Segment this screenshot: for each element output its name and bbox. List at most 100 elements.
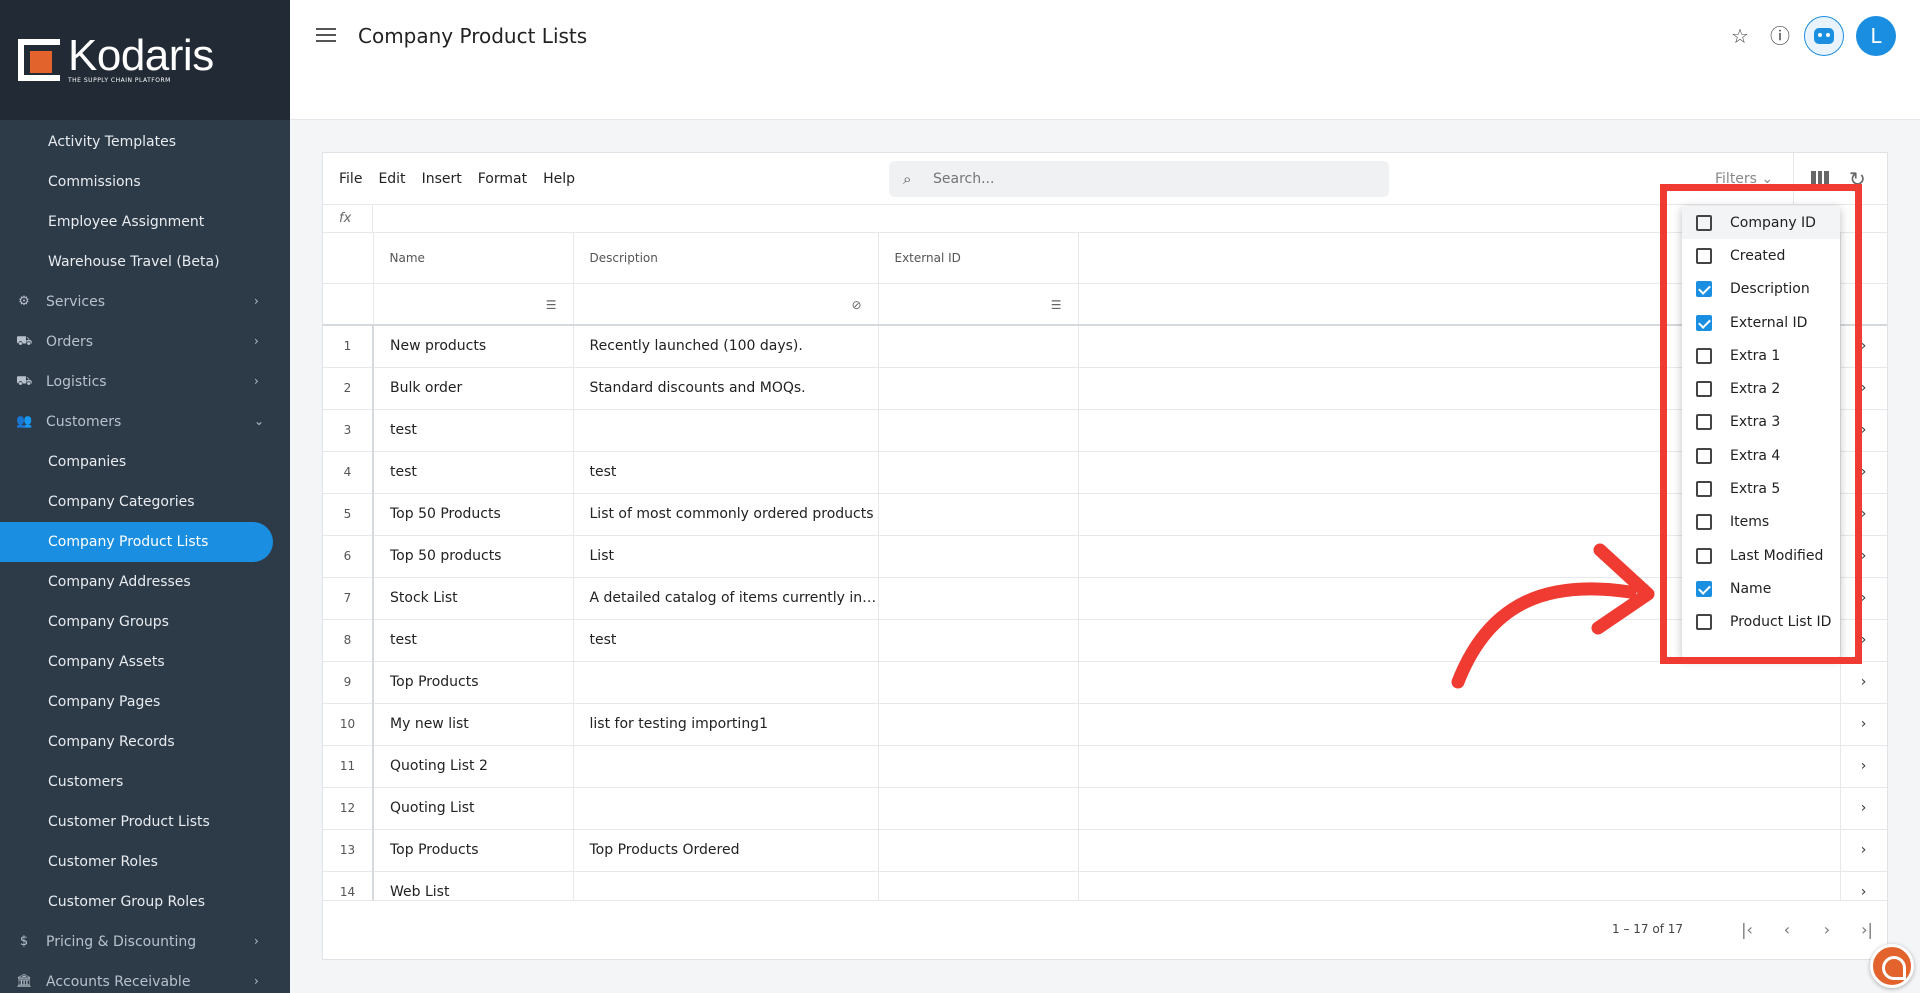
row-open-chevron-icon[interactable]: › bbox=[1840, 703, 1887, 746]
filter-cell-external-id[interactable]: ☰ bbox=[878, 283, 1079, 326]
cell-name[interactable]: Top Products bbox=[373, 661, 574, 704]
cell-external-id[interactable] bbox=[878, 451, 1079, 494]
sidebar-item-company-groups[interactable]: Company Groups bbox=[0, 602, 290, 642]
cell-description[interactable] bbox=[573, 745, 879, 788]
cell-name[interactable]: Top 50 products bbox=[373, 535, 574, 578]
sidebar-item-customer-product-lists[interactable]: Customer Product Lists bbox=[0, 802, 290, 842]
cell-external-id[interactable] bbox=[878, 661, 1079, 704]
next-page-icon[interactable]: › bbox=[1807, 920, 1847, 939]
cell-external-id[interactable] bbox=[878, 871, 1079, 900]
sidebar-item-employee-assignment[interactable]: Employee Assignment bbox=[0, 202, 290, 242]
sidebar-item-orders[interactable]: ⛟ Orders › bbox=[0, 322, 290, 362]
cell-external-id[interactable] bbox=[878, 745, 1079, 788]
column-header-external-id[interactable]: External ID bbox=[878, 233, 1079, 284]
sidebar-item-customer-group-roles[interactable]: Customer Group Roles bbox=[0, 882, 290, 922]
cell-external-id[interactable] bbox=[878, 619, 1079, 662]
cell-name[interactable]: test bbox=[373, 619, 574, 662]
cell-name[interactable]: test bbox=[373, 451, 574, 494]
cell-name[interactable]: Web List bbox=[373, 871, 574, 900]
sidebar-item-customers[interactable]: Customers bbox=[0, 762, 290, 802]
table-row[interactable]: 5 Top 50 Products List of most commonly or… bbox=[323, 493, 1887, 536]
table-row[interactable]: 1 New products Recently launched (100 days… bbox=[323, 325, 1887, 368]
sidebar-item-warehouse-travel-beta[interactable]: Warehouse Travel (Beta) bbox=[0, 242, 290, 282]
sidebar-item-company-addresses[interactable]: Company Addresses bbox=[0, 562, 290, 602]
cell-description[interactable]: A detailed catalog of items currently in… bbox=[573, 577, 879, 620]
cell-description[interactable] bbox=[573, 787, 879, 830]
row-open-chevron-icon[interactable]: › bbox=[1840, 745, 1887, 788]
cell-name[interactable]: My new list bbox=[373, 703, 574, 746]
sidebar-item-companies[interactable]: Companies bbox=[0, 442, 290, 482]
cell-name[interactable]: test bbox=[373, 409, 574, 452]
sidebar-item-company-assets[interactable]: Company Assets bbox=[0, 642, 290, 682]
cell-external-id[interactable] bbox=[878, 409, 1079, 452]
cell-description[interactable]: List of most commonly ordered products bbox=[573, 493, 879, 536]
cell-name[interactable]: Top 50 Products bbox=[373, 493, 574, 536]
row-open-chevron-icon[interactable]: › bbox=[1840, 871, 1887, 900]
sidebar-item-accounts-receivable[interactable]: 🏛 Accounts Receivable › bbox=[0, 962, 290, 993]
sidebar-item-company-pages[interactable]: Company Pages bbox=[0, 682, 290, 722]
column-header-name[interactable]: Name bbox=[373, 233, 574, 284]
last-page-icon[interactable]: ›| bbox=[1847, 920, 1887, 939]
user-avatar[interactable]: L bbox=[1856, 16, 1896, 56]
filter-cell-description[interactable]: ⊘ bbox=[573, 283, 879, 326]
logo[interactable]: Kodaris THE SUPPLY CHAIN PLATFORM bbox=[0, 0, 290, 120]
menu-edit[interactable]: Edit bbox=[378, 171, 405, 187]
cell-description[interactable] bbox=[573, 409, 879, 452]
search-input[interactable] bbox=[933, 171, 1373, 187]
table-row[interactable]: 12 Quoting List › bbox=[323, 787, 1887, 830]
chat-bubble-icon[interactable] bbox=[1870, 944, 1914, 988]
row-open-chevron-icon[interactable]: › bbox=[1840, 661, 1887, 704]
help-icon[interactable]: ⓘ bbox=[1768, 24, 1792, 48]
cell-external-id[interactable] bbox=[878, 493, 1079, 536]
filter-icon[interactable]: ☰ bbox=[1051, 298, 1062, 312]
cell-description[interactable] bbox=[573, 871, 879, 900]
cell-description[interactable]: Recently launched (100 days). bbox=[573, 325, 879, 368]
filter-off-icon[interactable]: ⊘ bbox=[851, 298, 861, 312]
formula-bar[interactable]: fx bbox=[323, 204, 1887, 233]
hamburger-menu-icon[interactable] bbox=[316, 28, 336, 44]
table-row[interactable]: 2 Bulk order Standard discounts and MOQs. › bbox=[323, 367, 1887, 410]
cell-name[interactable]: Stock List bbox=[373, 577, 574, 620]
cell-external-id[interactable] bbox=[878, 367, 1079, 410]
table-row[interactable]: 11 Quoting List 2 › bbox=[323, 745, 1887, 788]
sidebar-item-services[interactable]: ⚙ Services › bbox=[0, 282, 290, 322]
cell-name[interactable]: Top Products bbox=[373, 829, 574, 872]
star-icon[interactable]: ☆ bbox=[1728, 24, 1752, 48]
sidebar-item-company-records[interactable]: Company Records bbox=[0, 722, 290, 762]
cell-name[interactable]: New products bbox=[373, 325, 574, 368]
cell-description[interactable]: Standard discounts and MOQs. bbox=[573, 367, 879, 410]
cell-external-id[interactable] bbox=[878, 535, 1079, 578]
sidebar-item-activity-templates[interactable]: Activity Templates bbox=[0, 122, 290, 162]
cell-external-id[interactable] bbox=[878, 577, 1079, 620]
previous-page-icon[interactable]: ‹ bbox=[1767, 920, 1807, 939]
cell-description[interactable] bbox=[573, 661, 879, 704]
table-row[interactable]: 10 My new list list for testing importing1… bbox=[323, 703, 1887, 746]
cell-external-id[interactable] bbox=[878, 787, 1079, 830]
menu-format[interactable]: Format bbox=[478, 171, 527, 187]
column-header-description[interactable]: Description bbox=[573, 233, 879, 284]
menu-file[interactable]: File bbox=[339, 171, 362, 187]
cell-external-id[interactable] bbox=[878, 703, 1079, 746]
filter-cell-name[interactable]: ☰ bbox=[373, 283, 574, 326]
sidebar-item-company-categories[interactable]: Company Categories bbox=[0, 482, 290, 522]
cell-external-id[interactable] bbox=[878, 325, 1079, 368]
menu-insert[interactable]: Insert bbox=[422, 171, 462, 187]
sidebar-item-customer-roles[interactable]: Customer Roles bbox=[0, 842, 290, 882]
cell-description[interactable]: test bbox=[573, 451, 879, 494]
cell-description[interactable]: Top Products Ordered bbox=[573, 829, 879, 872]
cell-description[interactable]: List bbox=[573, 535, 879, 578]
search-box[interactable]: ⌕ bbox=[889, 161, 1389, 197]
cell-description[interactable]: list for testing importing1 bbox=[573, 703, 879, 746]
sidebar-item-commissions[interactable]: Commissions bbox=[0, 162, 290, 202]
sidebar-item-customers[interactable]: 👥 Customers ⌄ bbox=[0, 402, 290, 442]
table-row[interactable]: 14 Web List › bbox=[323, 871, 1887, 900]
filter-icon[interactable]: ☰ bbox=[546, 298, 557, 312]
first-page-icon[interactable]: |‹ bbox=[1727, 920, 1767, 939]
sidebar-item-logistics[interactable]: ⛟ Logistics › bbox=[0, 362, 290, 402]
table-row[interactable]: 3 test › bbox=[323, 409, 1887, 452]
sidebar-item-pricing-discounting[interactable]: $ Pricing & Discounting › bbox=[0, 922, 290, 962]
columns-icon[interactable] bbox=[1811, 171, 1830, 185]
cell-name[interactable]: Bulk order bbox=[373, 367, 574, 410]
table-row[interactable]: 13 Top Products Top Products Ordered › bbox=[323, 829, 1887, 872]
cell-name[interactable]: Quoting List 2 bbox=[373, 745, 574, 788]
